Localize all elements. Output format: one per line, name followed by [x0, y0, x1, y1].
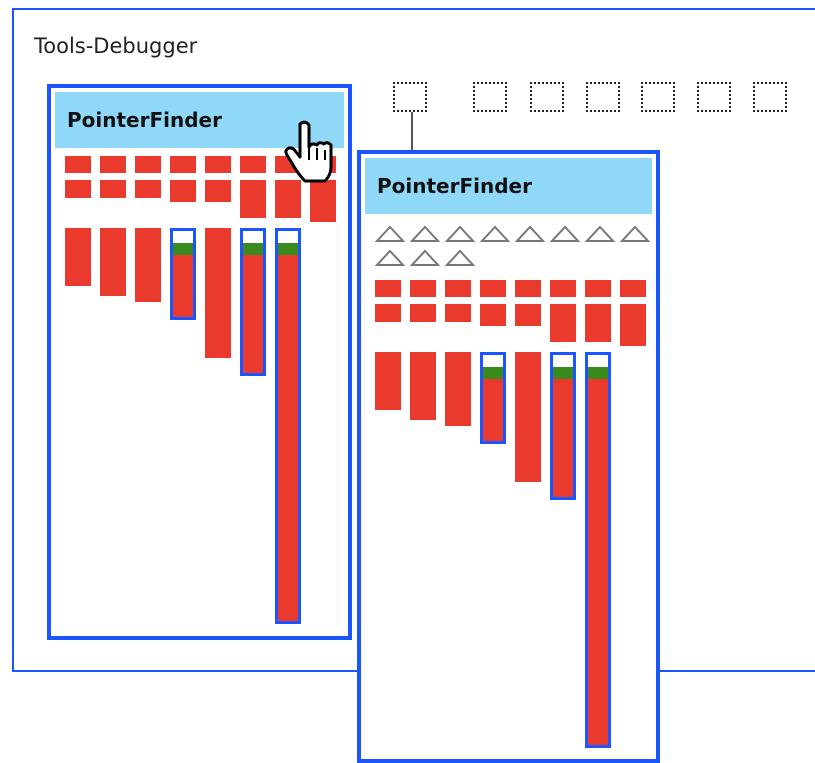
panel-2-cell-r1-5: [515, 280, 541, 297]
panel-1-cell-r1-2: [100, 156, 126, 173]
panel-1-cell-r1-3: [135, 156, 161, 173]
panel-1-cell-r2-3: [135, 180, 161, 198]
panel-2-cell-r1-6: [550, 280, 576, 297]
triangle-icon-3: [445, 225, 475, 242]
panel-1-cell-r2-4: [170, 180, 196, 202]
hand-pointer-icon: [284, 120, 333, 183]
triangle-icon-4: [480, 225, 510, 242]
placeholder-box-4: [586, 82, 620, 112]
panel-2-cell-r2-5: [515, 304, 541, 326]
panel-1-bar-7: [275, 228, 301, 624]
panel-2-cell-r1-3: [445, 280, 471, 297]
triangle-icon-8: [620, 225, 650, 242]
panel-2-cell-r1-8: [620, 280, 646, 297]
panel-1-cell-r2-6: [240, 180, 266, 218]
panel-2-bar-1: [375, 352, 401, 410]
panel-2-bar-4-cap: [483, 355, 503, 367]
panel-2-bar-7: [585, 352, 611, 748]
panel-1-bar-7-cap: [278, 231, 298, 243]
triangle-icon-11: [445, 249, 475, 266]
connector-line: [411, 112, 413, 154]
panel-1-cell-r1-1: [65, 156, 91, 173]
panel-1-title: PointerFinder: [67, 108, 222, 132]
panel-1-bar-1: [65, 228, 91, 286]
triangle-icon-2: [410, 225, 440, 242]
panel-2-bar-7-cap: [588, 355, 608, 367]
panel-1-bar-5: [205, 228, 231, 358]
panel-2-bar-7-marker: [588, 367, 608, 379]
panel-1-cell-r2-2: [100, 180, 126, 198]
panel-2-cell-r2-1: [375, 304, 401, 322]
panel-2-cell-r2-3: [445, 304, 471, 322]
panel-1-cell-r2-8: [310, 180, 336, 222]
panel-1-cell-r2-1: [65, 180, 91, 198]
panel-2-bar-5: [515, 352, 541, 482]
placeholder-box-6: [697, 82, 731, 112]
panel-2-cell-r2-4: [480, 304, 506, 326]
panel-1-bar-6: [240, 228, 266, 376]
panel-2-bar-6: [550, 352, 576, 500]
window-title: Tools-Debugger: [34, 34, 198, 58]
panel-1-bar-3: [135, 228, 161, 302]
triangle-icon-5: [515, 225, 545, 242]
triangle-icon-7: [585, 225, 615, 242]
panel-1-bar-4: [170, 228, 196, 320]
panel-2-title: PointerFinder: [377, 174, 532, 198]
panel-2-bar-3: [445, 352, 471, 426]
panel-2-cell-r2-2: [410, 304, 436, 322]
panel-2-bar-6-cap: [553, 355, 573, 367]
panel-2-bar-4: [480, 352, 506, 444]
triangle-icon-1: [375, 225, 405, 242]
panel-1-cell-r2-5: [205, 180, 231, 202]
panel-2-cell-r1-2: [410, 280, 436, 297]
placeholder-box-2: [473, 82, 507, 112]
pointerfinder-panel-2[interactable]: PointerFinder: [357, 150, 660, 763]
panel-1-cell-r1-4: [170, 156, 196, 173]
placeholder-box-3: [530, 82, 564, 112]
panel-1-bar-6-marker: [243, 243, 263, 255]
panel-1-bar-4-marker: [173, 243, 193, 255]
triangle-icon-6: [550, 225, 580, 242]
panel-2-cell-r2-6: [550, 304, 576, 342]
panel-2-header[interactable]: PointerFinder: [365, 158, 652, 214]
panel-2-bar-4-marker: [483, 367, 503, 379]
placeholder-box-1: [393, 82, 427, 112]
panel-1-bar-6-cap: [243, 231, 263, 243]
panel-2-bar-2: [410, 352, 436, 420]
triangle-icon-9: [375, 249, 405, 266]
panel-2-cell-r2-7: [585, 304, 611, 342]
placeholder-box-5: [641, 82, 675, 112]
panel-2-cell-r1-7: [585, 280, 611, 297]
placeholder-box-7: [753, 82, 787, 112]
panel-2-cell-r1-1: [375, 280, 401, 297]
panel-1-bar-4-cap: [173, 231, 193, 243]
panel-1-bar-2: [100, 228, 126, 296]
triangle-icon-10: [410, 249, 440, 266]
panel-2-cell-r2-8: [620, 304, 646, 346]
panel-2-bar-6-marker: [553, 367, 573, 379]
panel-1-cell-r1-6: [240, 156, 266, 173]
panel-1-bar-7-marker: [278, 243, 298, 255]
panel-2-cell-r1-4: [480, 280, 506, 297]
panel-1-cell-r1-5: [205, 156, 231, 173]
